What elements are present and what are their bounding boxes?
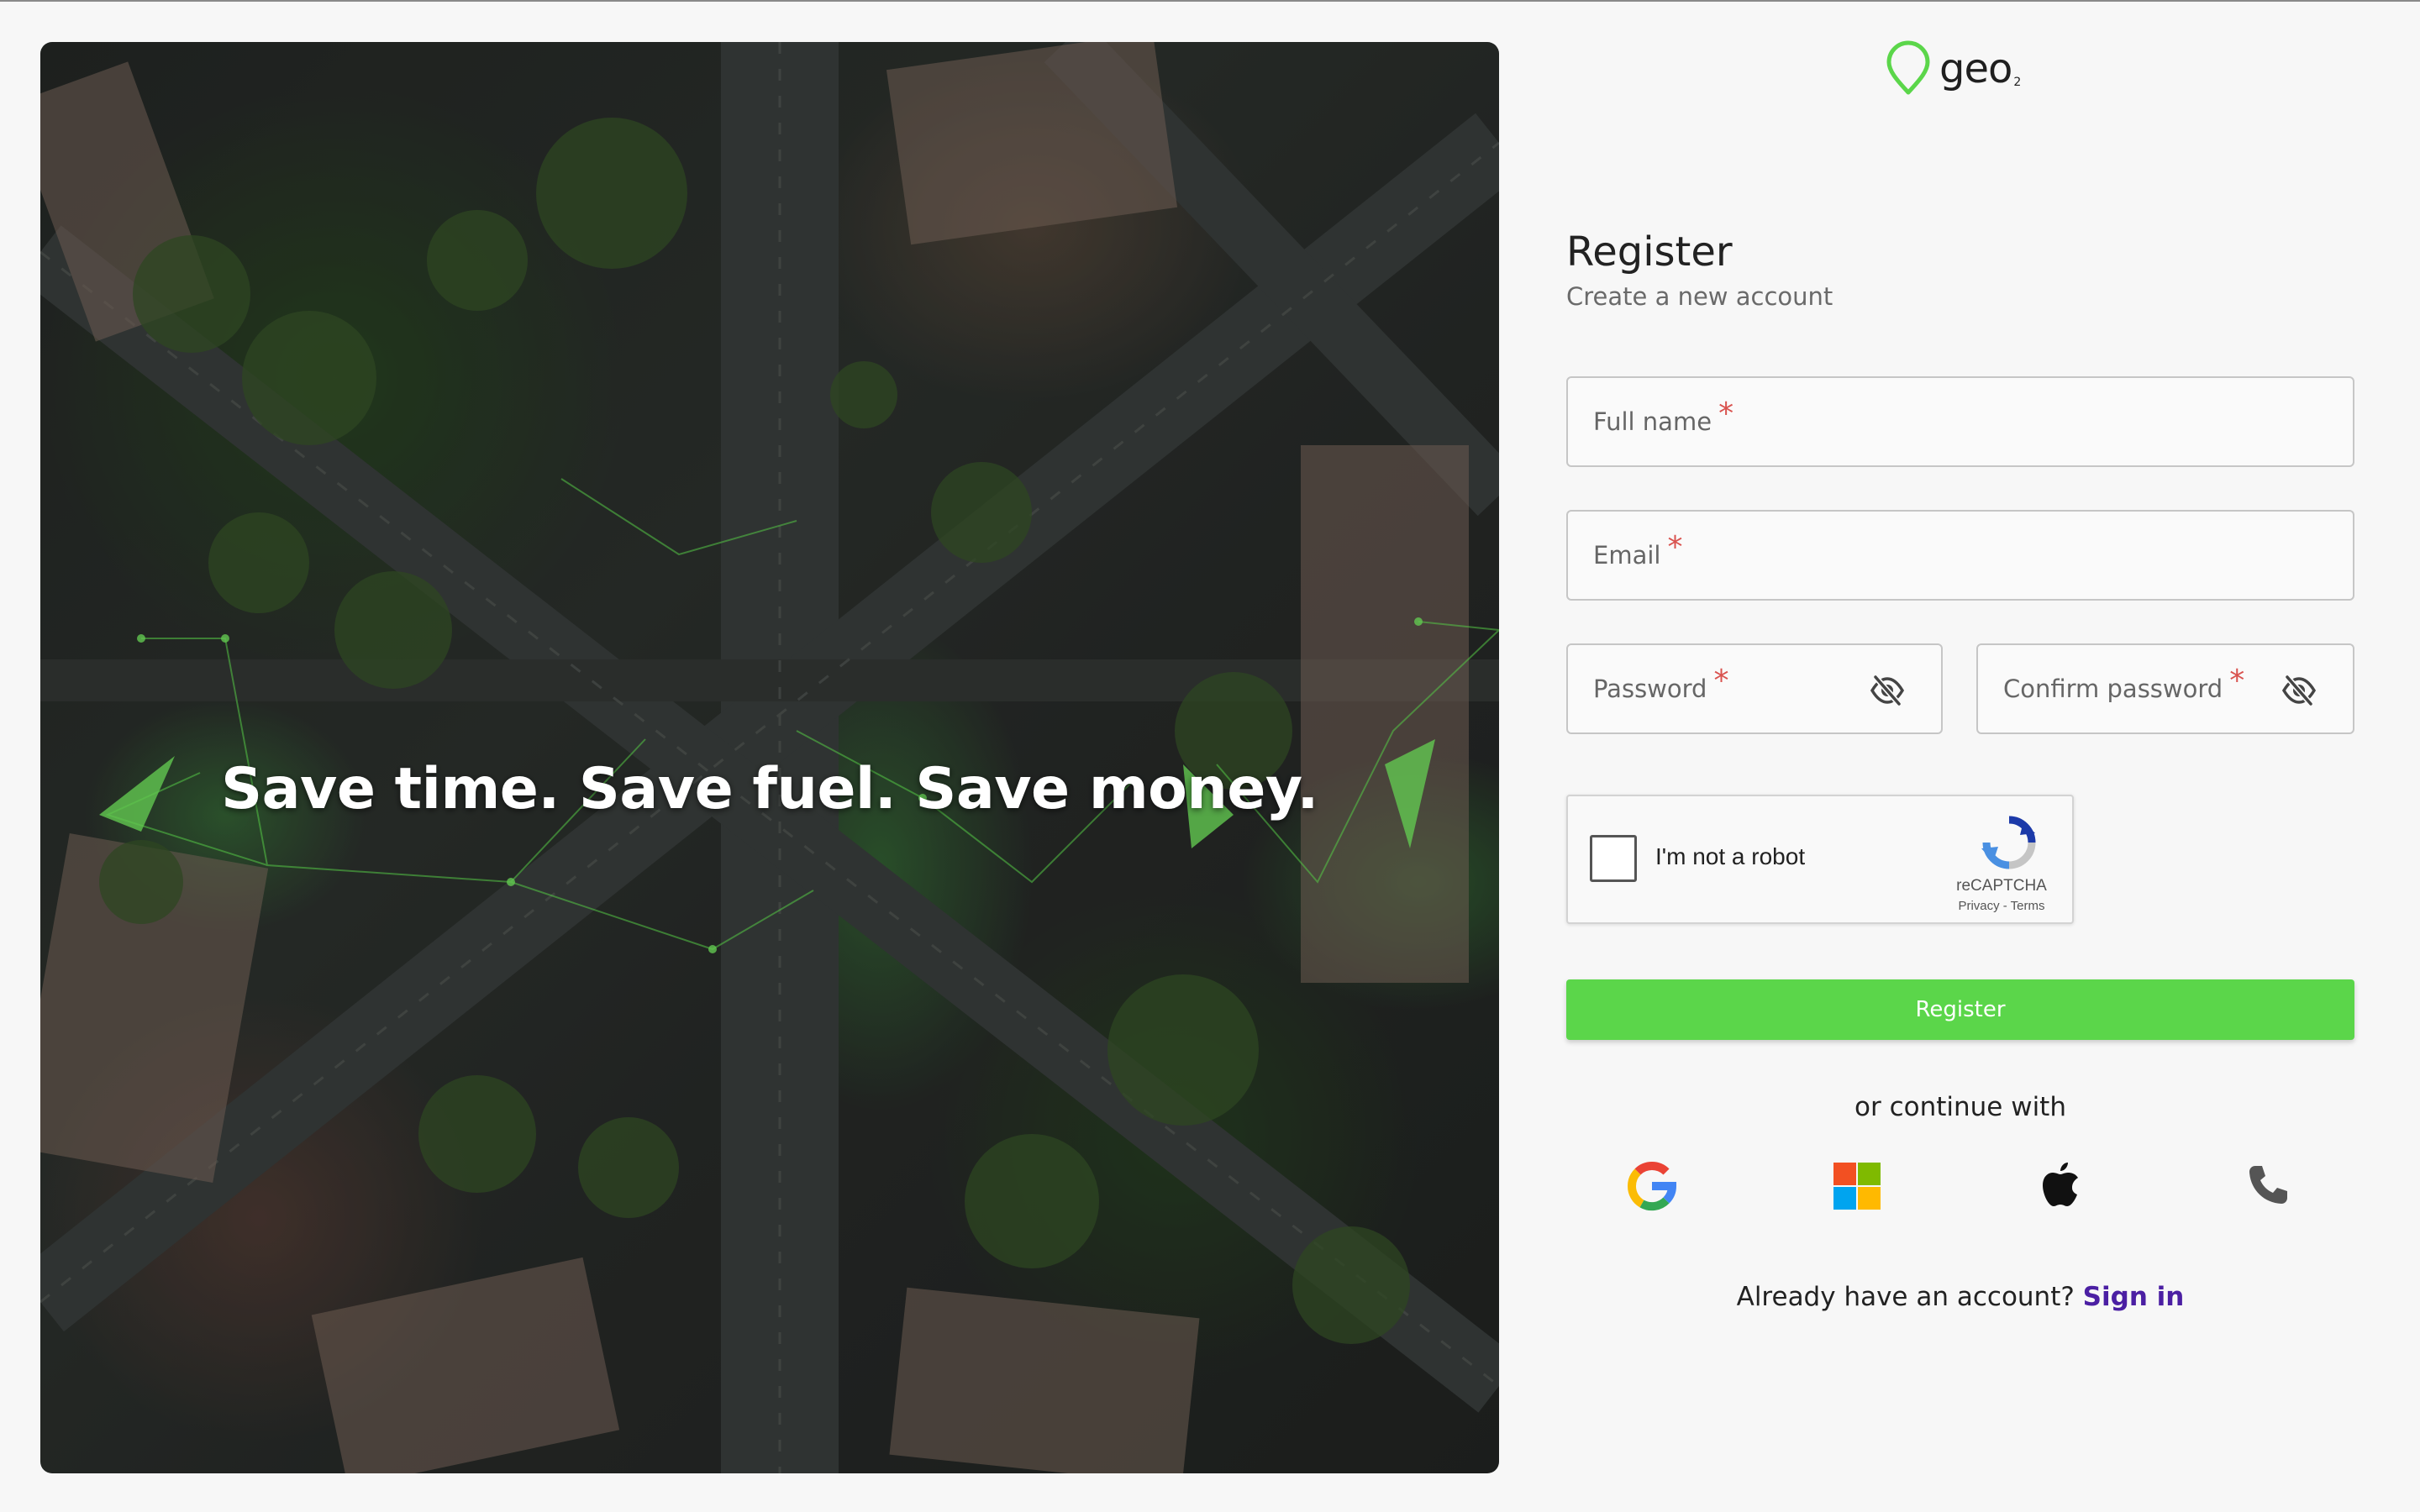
microsoft-icon <box>1833 1163 1881 1210</box>
apple-signin-button[interactable] <box>2035 1159 2089 1213</box>
google-signin-button[interactable] <box>1625 1159 1679 1213</box>
recaptcha-brand: reCAPTCHA <box>1956 877 2047 895</box>
full-name-field[interactable]: Full name * <box>1566 376 2354 467</box>
signin-prompt-text: Already have an account? <box>1736 1282 2075 1312</box>
brand-name: geo 2 <box>1939 45 2021 92</box>
eye-off-icon[interactable] <box>1869 672 1906 709</box>
required-asterisk: * <box>1718 396 1734 431</box>
confirm-password-label: Confirm password <box>2003 675 2223 703</box>
required-asterisk: * <box>1667 529 1683 564</box>
email-field[interactable]: Email * <box>1566 510 2354 601</box>
password-field[interactable]: Password * <box>1566 643 1943 734</box>
required-asterisk: * <box>2229 663 2245 698</box>
eye-off-icon[interactable] <box>2281 672 2317 709</box>
confirm-password-field[interactable]: Confirm password * <box>1976 643 2354 734</box>
recaptcha-checkbox[interactable] <box>1590 835 1637 882</box>
password-label: Password <box>1593 675 1707 703</box>
page-title: Register <box>1566 228 1733 276</box>
phone-icon <box>2249 1166 2287 1204</box>
register-button[interactable]: Register <box>1566 979 2354 1040</box>
full-name-label: Full name <box>1593 407 1712 436</box>
signin-prompt: Already have an account? Sign in <box>1566 1282 2354 1312</box>
phone-signin-button[interactable] <box>2240 1159 2294 1213</box>
recaptcha-label: I'm not a robot <box>1655 843 1806 869</box>
map-pin-icon <box>1886 40 1930 95</box>
brand-logo[interactable]: geo 2 <box>1884 39 2021 99</box>
recaptcha-terms[interactable]: Privacy - Terms <box>1951 899 2052 913</box>
recaptcha-widget: I'm not a robot reCAPTCHA Privacy - Term… <box>1566 795 2074 924</box>
signin-link[interactable]: Sign in <box>2083 1282 2185 1312</box>
required-asterisk: * <box>1713 663 1729 698</box>
apple-icon <box>2043 1163 2078 1206</box>
email-label: Email <box>1593 541 1661 570</box>
google-icon <box>1627 1161 1677 1211</box>
recaptcha-logo-icon <box>1981 816 2036 869</box>
page-subtitle: Create a new account <box>1566 282 1833 311</box>
hero-image: Save time. Save fuel. Save money. <box>40 42 1499 1473</box>
social-divider-text: or continue with <box>1854 1092 2066 1122</box>
microsoft-signin-button[interactable] <box>1830 1159 1884 1213</box>
hero-headline: Save time. Save fuel. Save money. <box>221 756 1318 822</box>
